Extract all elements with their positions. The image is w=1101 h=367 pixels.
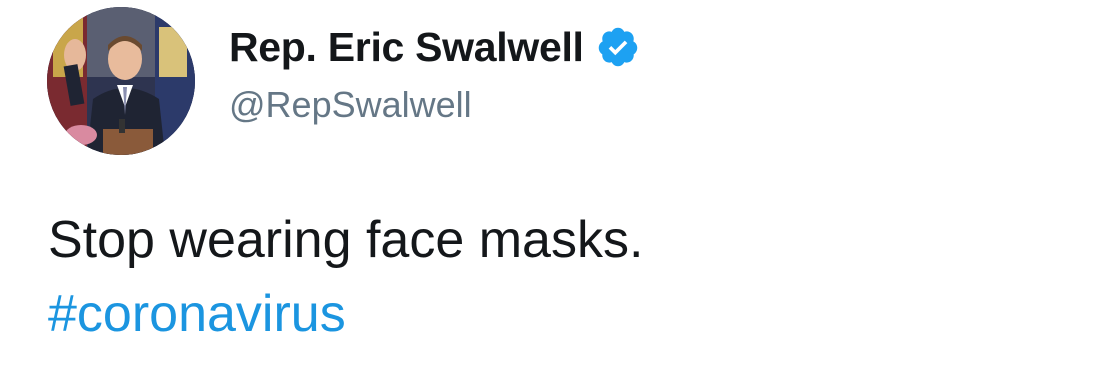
verified-badge-icon — [596, 25, 640, 69]
tweet-header: Rep. Eric Swalwell @RepSwalwell — [229, 22, 640, 126]
tweet-body: Stop wearing face masks. #coronavirus — [48, 210, 643, 344]
display-name[interactable]: Rep. Eric Swalwell — [229, 24, 584, 71]
tweet-text: Stop wearing face masks. — [48, 211, 644, 269]
name-row: Rep. Eric Swalwell — [229, 22, 640, 72]
user-handle[interactable]: @RepSwalwell — [229, 84, 640, 126]
hashtag-link[interactable]: #coronavirus — [48, 284, 643, 344]
avatar[interactable] — [47, 7, 195, 155]
profile-photo — [47, 7, 195, 155]
tweet-card: Rep. Eric Swalwell @RepSwalwell Stop wea… — [0, 0, 1101, 367]
